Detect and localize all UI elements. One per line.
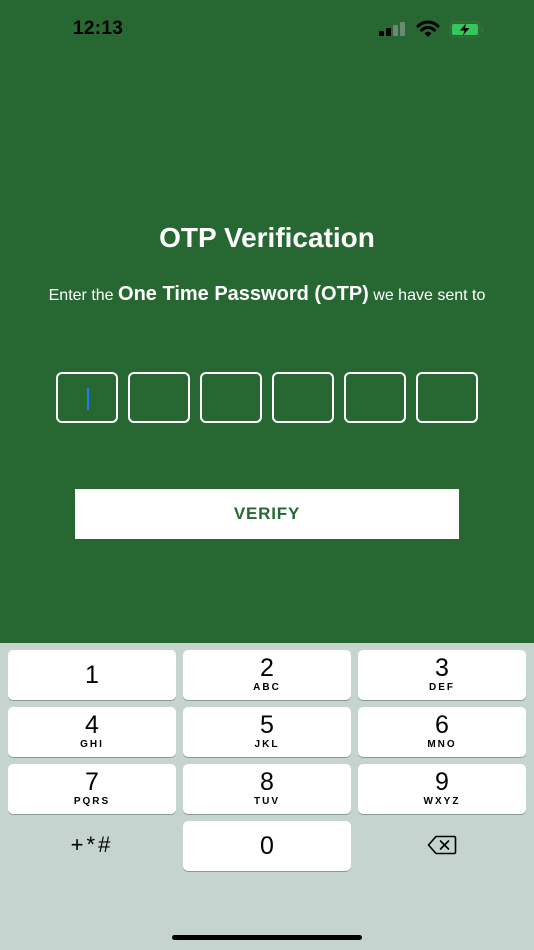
- delete-key[interactable]: [358, 820, 526, 870]
- key-letters: ABC: [253, 682, 281, 693]
- key-number: 1: [85, 661, 99, 689]
- otp-digit-1[interactable]: [56, 372, 118, 423]
- otp-input-group: [56, 372, 478, 424]
- key-letters: WXYZ: [423, 796, 461, 807]
- key-9[interactable]: 9 WXYZ: [358, 764, 526, 814]
- key-1[interactable]: 1: [8, 650, 176, 700]
- key-5[interactable]: 5 JKL: [183, 707, 351, 757]
- key-letters: DEF: [429, 682, 455, 693]
- otp-digit-5[interactable]: [344, 372, 406, 423]
- otp-digit-2[interactable]: [128, 372, 190, 423]
- key-number: 6: [435, 711, 449, 739]
- key-number: 2: [260, 654, 274, 682]
- key-number: 3: [435, 654, 449, 682]
- key-letters: JKL: [254, 739, 280, 750]
- otp-digit-3[interactable]: [200, 372, 262, 423]
- key-letters: TUV: [254, 796, 280, 807]
- verify-button[interactable]: VERIFY: [75, 489, 459, 539]
- key-letters: MNO: [427, 739, 457, 750]
- key-number: 8: [260, 768, 274, 796]
- instruction-prefix: Enter the: [48, 287, 114, 304]
- otp-digit-6[interactable]: [416, 372, 478, 423]
- key-letters: GHI: [80, 739, 104, 750]
- key-number: 4: [85, 711, 99, 739]
- numeric-keyboard: 1 2 ABC 3 DEF 4 GHI 5 JKL 6 MNO 7 PQRS 8…: [0, 643, 534, 950]
- text-cursor: [87, 388, 89, 410]
- key-number: 5: [260, 711, 274, 739]
- otp-instructions: Enter the One Time Password (OTP) we hav…: [30, 283, 504, 307]
- key-6[interactable]: 6 MNO: [358, 707, 526, 757]
- key-number: 0: [260, 832, 274, 860]
- symbols-label: +*#: [70, 832, 114, 857]
- home-indicator: [172, 935, 362, 940]
- key-number: 7: [85, 768, 99, 796]
- key-4[interactable]: 4 GHI: [8, 707, 176, 757]
- key-3[interactable]: 3 DEF: [358, 650, 526, 700]
- page-title: OTP Verification: [159, 222, 375, 253]
- key-8[interactable]: 8 TUV: [183, 764, 351, 814]
- key-7[interactable]: 7 PQRS: [8, 764, 176, 814]
- backspace-icon: [427, 835, 457, 855]
- key-letters: PQRS: [73, 796, 111, 807]
- key-number: 9: [435, 768, 449, 796]
- instruction-suffix: we have sent to: [373, 287, 486, 304]
- instruction-highlight: One Time Password (OTP): [118, 283, 369, 305]
- key-0[interactable]: 0: [183, 821, 351, 871]
- symbols-key[interactable]: +*#: [8, 820, 176, 870]
- otp-screen: OTP Verification Enter the One Time Pass…: [0, 0, 534, 643]
- key-2[interactable]: 2 ABC: [183, 650, 351, 700]
- otp-digit-4[interactable]: [272, 372, 334, 423]
